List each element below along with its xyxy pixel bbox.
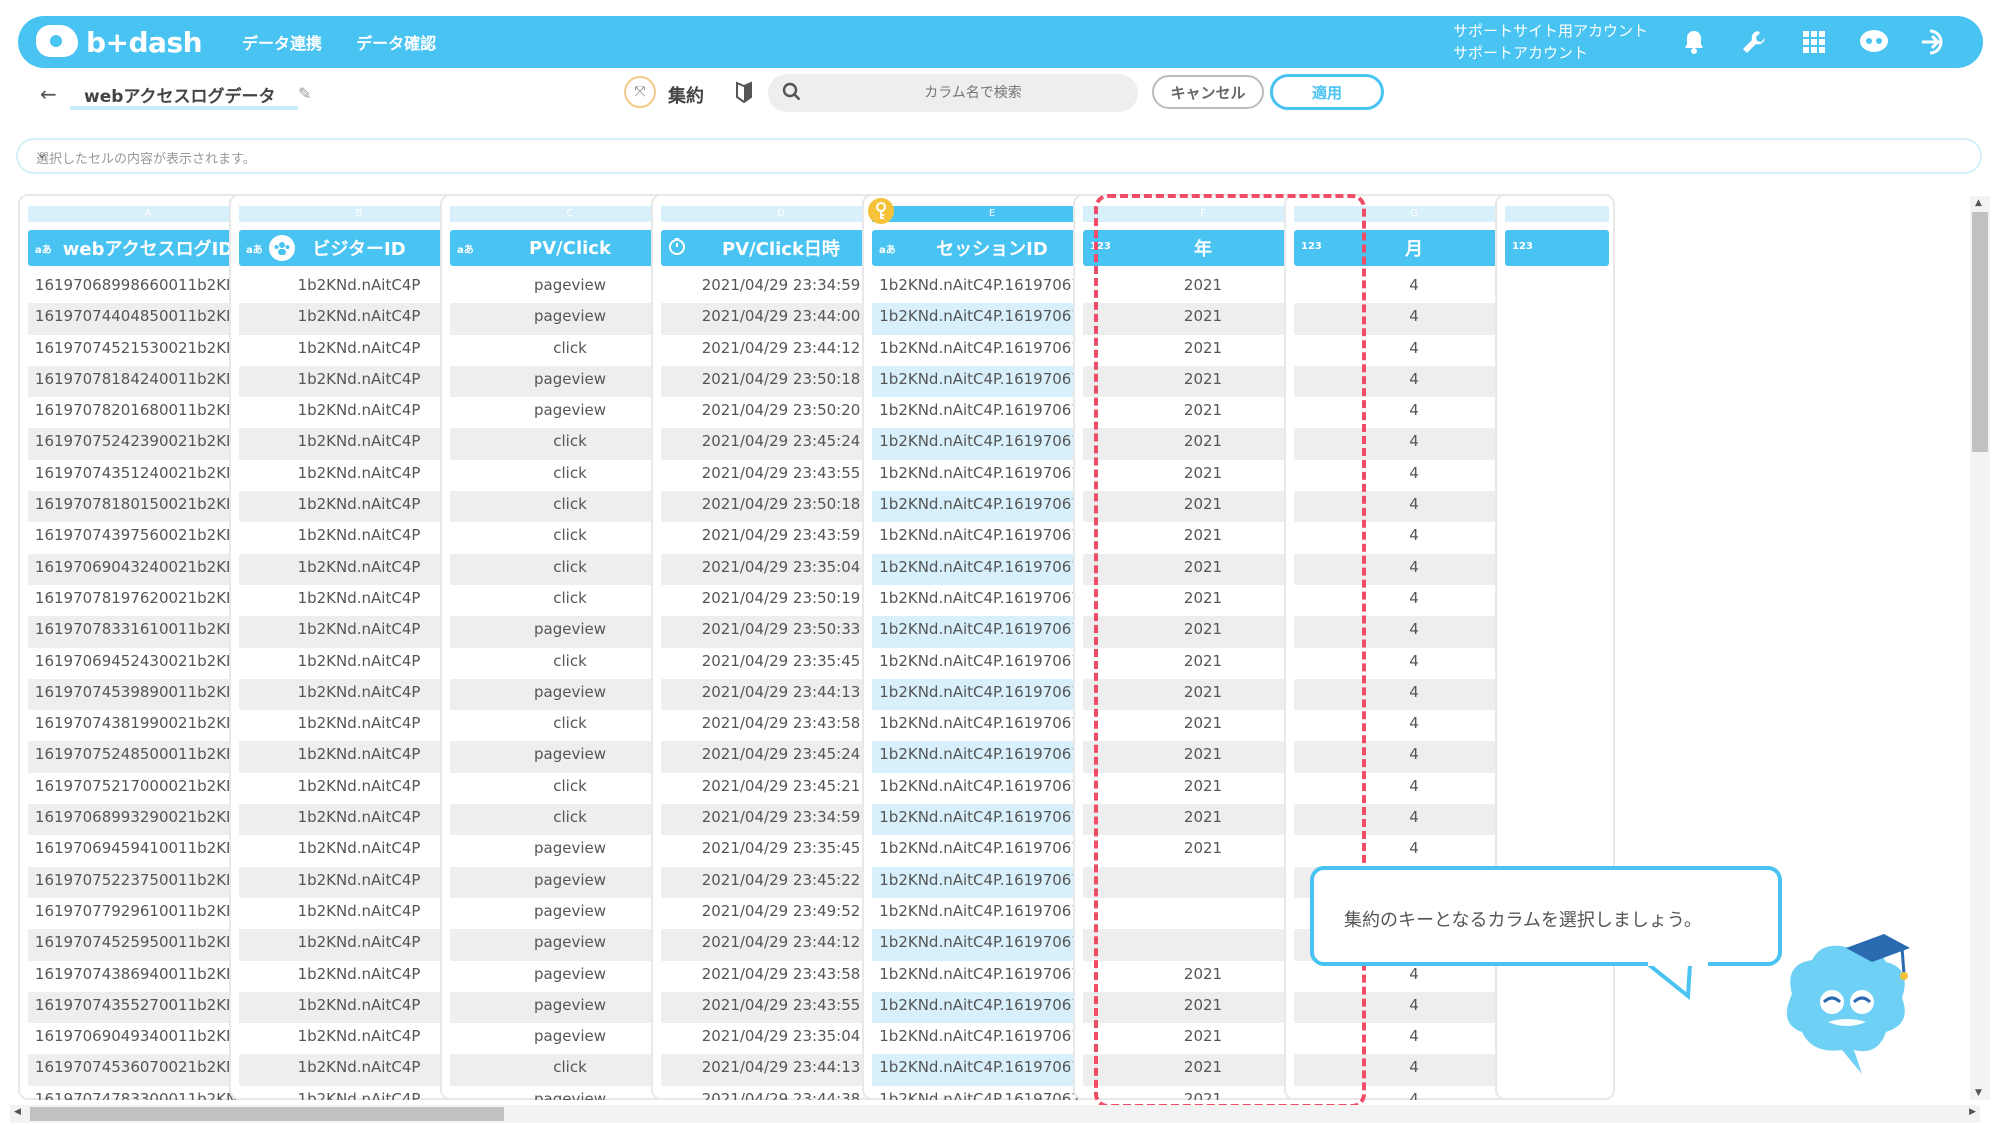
nav-data-check[interactable]: データ確認 [356, 30, 436, 54]
grid-icon[interactable] [1798, 26, 1830, 58]
mascot-icon [1786, 934, 1910, 1074]
page-title: webアクセスログデータ [84, 87, 276, 107]
scroll-right-icon[interactable]: ▶ [1969, 1107, 1976, 1117]
column-name: 年 [1194, 239, 1212, 260]
logo-text: b+dash [86, 25, 203, 59]
key-icon [868, 198, 894, 224]
number-type-icon: 123 [1090, 241, 1111, 252]
column-search-input[interactable] [828, 78, 1118, 108]
column-name: webアクセスログID [62, 239, 234, 260]
top-navigation-bar: b+dash データ連携 データ確認 サポートサイト用アカウント サポートアカウ… [18, 16, 1983, 68]
column-name: PV/Click日時 [722, 239, 840, 260]
account-line-1: サポートサイト用アカウント [1453, 22, 1649, 40]
marker-icon[interactable] [734, 80, 754, 104]
text-type-icon: aあ [246, 245, 263, 256]
logo[interactable]: b+dash [36, 23, 203, 61]
scroll-up-icon[interactable]: ▲ [1975, 198, 1982, 208]
column-search[interactable] [768, 74, 1138, 112]
visitor-group-icon [269, 235, 295, 261]
horizontal-scrollbar[interactable]: ◀ ▶ [10, 1105, 1980, 1123]
tooltip-text: 集約のキーとなるカラムを選択しましょう。 [1344, 910, 1702, 931]
bell-icon[interactable] [1678, 26, 1710, 58]
chat-icon[interactable] [1858, 26, 1890, 58]
guide-tooltip: 集約のキーとなるカラムを選択しましょう。 [1310, 866, 1782, 966]
column-header[interactable]: 123 [1505, 230, 1609, 266]
account-info[interactable]: サポートサイト用アカウント サポートアカウント [1453, 20, 1648, 64]
number-type-icon: 123 [1301, 241, 1322, 252]
column-name: 月 [1405, 239, 1423, 260]
column-name: セッションID [936, 239, 1048, 260]
title-underline [70, 106, 298, 110]
text-type-icon: aあ [35, 245, 52, 256]
logo-icon [36, 23, 80, 61]
apply-button[interactable]: 適用 [1270, 74, 1384, 110]
vertical-scroll-thumb[interactable] [1972, 212, 1988, 452]
search-icon [782, 82, 801, 101]
datetime-type-icon [668, 238, 686, 258]
tooltip-tail [1648, 960, 1708, 1000]
column-letter[interactable] [1505, 206, 1609, 222]
scroll-down-icon[interactable]: ▼ [1975, 1088, 1982, 1098]
aggregate-label: 集約 [668, 86, 704, 107]
number-type-icon: 123 [1512, 241, 1533, 252]
column-name: ビジターID [312, 239, 406, 260]
vertical-scrollbar[interactable]: ▲ ▼ [1970, 196, 1990, 1100]
text-type-icon: aあ [457, 245, 474, 256]
aggregate-icon[interactable]: ⤧ [624, 76, 656, 108]
chevron-down-icon[interactable]: ⌄ [36, 146, 1960, 162]
text-type-icon: aあ [879, 245, 896, 256]
column-name: PV/Click [529, 237, 611, 259]
page-toolbar: ← webアクセスログデータ ✎ ⤧ 集約 キャンセル 適用 [10, 70, 1990, 120]
scroll-left-icon[interactable]: ◀ [14, 1107, 21, 1117]
nav-data-integration[interactable]: データ連携 [242, 30, 322, 54]
wrench-icon[interactable] [1738, 26, 1770, 58]
account-line-2: サポートアカウント [1453, 44, 1589, 62]
edit-pencil-icon[interactable]: ✎ [298, 84, 311, 103]
back-arrow-icon[interactable]: ← [40, 82, 57, 106]
logout-icon[interactable] [1918, 26, 1950, 58]
horizontal-scroll-thumb[interactable] [30, 1107, 504, 1121]
cancel-button[interactable]: キャンセル [1152, 75, 1264, 109]
cell-content-preview[interactable]: 選択したセルの内容が表示されます。 ⌄ [16, 138, 1982, 174]
